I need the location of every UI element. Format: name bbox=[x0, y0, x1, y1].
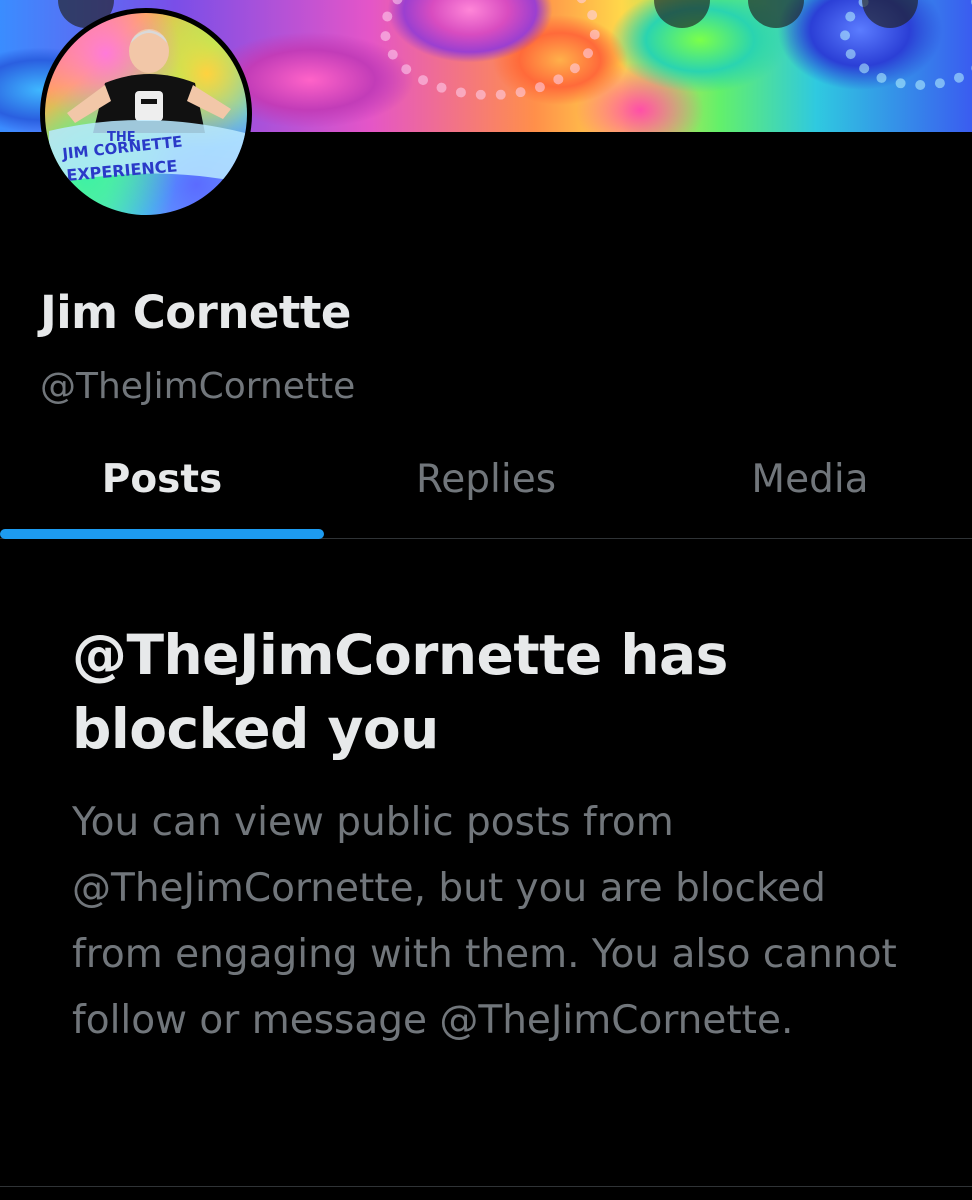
person-silhouette-icon: THE JIM CORNETTE EXPERIENCE bbox=[49, 29, 245, 185]
tab-label: Posts bbox=[101, 456, 223, 502]
tab-media[interactable]: Media bbox=[648, 440, 972, 538]
banner-pattern bbox=[380, 0, 600, 100]
avatar-image: THE JIM CORNETTE EXPERIENCE bbox=[45, 13, 247, 215]
active-tab-indicator bbox=[0, 529, 324, 539]
avatar[interactable]: THE JIM CORNETTE EXPERIENCE bbox=[40, 8, 252, 220]
search-button[interactable] bbox=[654, 0, 710, 28]
tab-label: Media bbox=[751, 456, 869, 502]
display-name: Jim Cornette bbox=[40, 286, 351, 339]
tab-posts[interactable]: Posts bbox=[0, 440, 324, 539]
share-button[interactable] bbox=[748, 0, 804, 28]
user-handle: @TheJimCornette bbox=[40, 366, 356, 407]
blocked-description: You can view public posts from @TheJimCo… bbox=[72, 800, 897, 1043]
profile-tabs: Posts Replies Media bbox=[0, 440, 972, 539]
blocked-heading: @TheJimCornette has blocked you bbox=[72, 623, 728, 761]
divider bbox=[0, 1186, 972, 1187]
tab-replies[interactable]: Replies bbox=[324, 440, 648, 538]
tab-label: Replies bbox=[415, 456, 557, 502]
